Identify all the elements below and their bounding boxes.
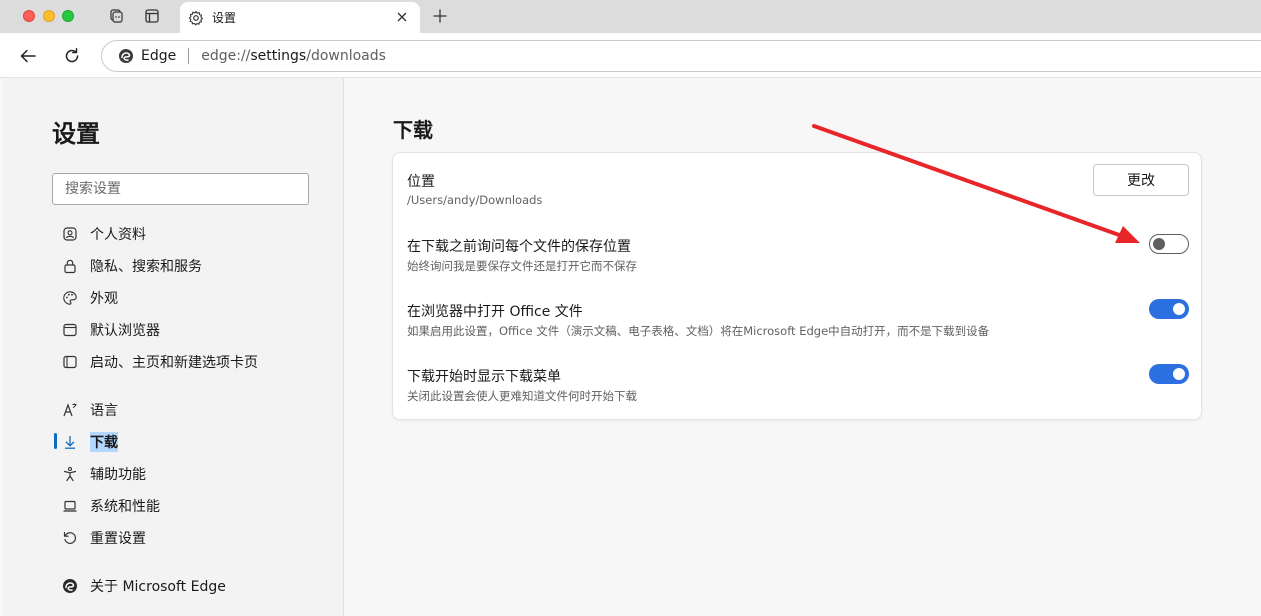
download-icon: [61, 433, 79, 451]
sidebar-item-label: 隐私、搜索和服务: [90, 259, 202, 275]
palette-icon: [61, 289, 79, 307]
show-menu-toggle[interactable]: [1149, 364, 1189, 384]
language-icon: [61, 401, 79, 419]
tab-strip: 设置: [0, 0, 1261, 33]
sidebar-item-label: 语言: [90, 403, 118, 419]
sidebar-item-label: 辅助功能: [90, 467, 146, 483]
sidebar-title: 设置: [52, 120, 100, 148]
close-icon[interactable]: [394, 9, 410, 25]
open-office-toggle[interactable]: [1149, 299, 1189, 319]
site-name: Edge: [141, 48, 177, 64]
settings-main: 下载 位置 /Users/andy/Downloads 更改 在下载之前询问每个…: [345, 78, 1261, 616]
sidebar-item-label: 外观: [90, 291, 118, 307]
sidebar-item-label: 重置设置: [90, 531, 146, 547]
gear-icon: [188, 10, 204, 26]
browser-icon: [61, 321, 79, 339]
toggle-knob: [1153, 238, 1165, 250]
omnibox-divider: [188, 48, 190, 64]
active-indicator: [54, 433, 57, 449]
sidebar-item-system[interactable]: 系统和性能: [61, 495, 160, 517]
home-icon: [61, 353, 79, 371]
url-scheme: edge://: [201, 48, 251, 64]
sidebar-item-default-browser[interactable]: 默认浏览器: [61, 319, 160, 341]
laptop-icon: [61, 497, 79, 515]
edge-logo-icon: [118, 48, 134, 64]
back-icon[interactable]: [17, 45, 39, 67]
sidebar-item-profiles[interactable]: 个人资料: [61, 223, 146, 245]
sidebar-item-label: 个人资料: [90, 227, 146, 243]
edge-logo-icon: [61, 577, 79, 595]
toggle-knob: [1173, 303, 1185, 315]
sidebar-item-about[interactable]: 关于 Microsoft Edge: [61, 575, 226, 597]
sidebar-item-downloads[interactable]: 下载: [61, 431, 118, 453]
change-location-button[interactable]: 更改: [1093, 164, 1189, 196]
lock-icon: [61, 257, 79, 275]
ask-save-description: 始终询问我是要保存文件还是打开它而不保存: [407, 259, 637, 273]
url-host: settings: [250, 48, 307, 64]
open-office-title: 在浏览器中打开 Office 文件: [407, 304, 583, 320]
ask-save-title: 在下载之前询问每个文件的保存位置: [407, 239, 631, 255]
accessibility-icon: [61, 465, 79, 483]
page-title: 下载: [393, 118, 433, 142]
search-input[interactable]: [52, 173, 309, 205]
sidebar-item-languages[interactable]: 语言: [61, 399, 118, 421]
sidebar-item-reset[interactable]: 重置设置: [61, 527, 146, 549]
ask-save-toggle[interactable]: [1149, 234, 1189, 254]
sidebar-item-startup[interactable]: 启动、主页和新建选项卡页: [61, 351, 258, 373]
zoom-window-button[interactable]: [62, 10, 74, 22]
refresh-icon[interactable]: [61, 45, 83, 67]
show-menu-description: 关闭此设置会使人更难知道文件何时开始下载: [407, 389, 637, 403]
sidebar-item-label: 默认浏览器: [90, 323, 160, 339]
close-window-button[interactable]: [23, 10, 35, 22]
url-path: /downloads: [306, 48, 386, 64]
location-path: /Users/andy/Downloads: [407, 193, 543, 207]
reset-icon: [61, 529, 79, 547]
profile-icon: [61, 225, 79, 243]
tab-title: 设置: [212, 11, 237, 25]
downloads-card: 位置 /Users/andy/Downloads 更改 在下载之前询问每个文件的…: [392, 152, 1202, 420]
settings-sidebar: 设置 个人资料 隐私、搜索和服务 外观 默认浏览器 启动、主页和新建选项卡页 语…: [3, 78, 344, 616]
sidebar-item-label: 系统和性能: [90, 499, 160, 515]
tab-actions-icon[interactable]: [142, 6, 162, 26]
address-bar[interactable]: Edge edge://settings/downloads: [101, 40, 1261, 72]
sidebar-item-label: 下载: [90, 432, 118, 452]
toggle-knob: [1173, 368, 1185, 380]
sidebar-item-label: 启动、主页和新建选项卡页: [90, 355, 258, 371]
sidebar-item-appearance[interactable]: 外观: [61, 287, 118, 309]
sidebar-item-label: 关于 Microsoft Edge: [90, 579, 226, 595]
sidebar-item-privacy[interactable]: 隐私、搜索和服务: [61, 255, 202, 277]
sidebar-item-accessibility[interactable]: 辅助功能: [61, 463, 146, 485]
show-menu-title: 下载开始时显示下载菜单: [407, 369, 561, 385]
tab-settings[interactable]: 设置: [180, 2, 420, 33]
minimize-window-button[interactable]: [43, 10, 55, 22]
url-text: edge://settings/downloads: [201, 48, 386, 64]
open-office-description: 如果启用此设置，Office 文件（演示文稿、电子表格、文档）将在Microso…: [407, 324, 990, 338]
workspaces-icon[interactable]: [106, 6, 126, 26]
plus-icon[interactable]: [430, 6, 450, 26]
browser-toolbar: Edge edge://settings/downloads: [0, 33, 1261, 78]
location-title: 位置: [407, 174, 435, 190]
